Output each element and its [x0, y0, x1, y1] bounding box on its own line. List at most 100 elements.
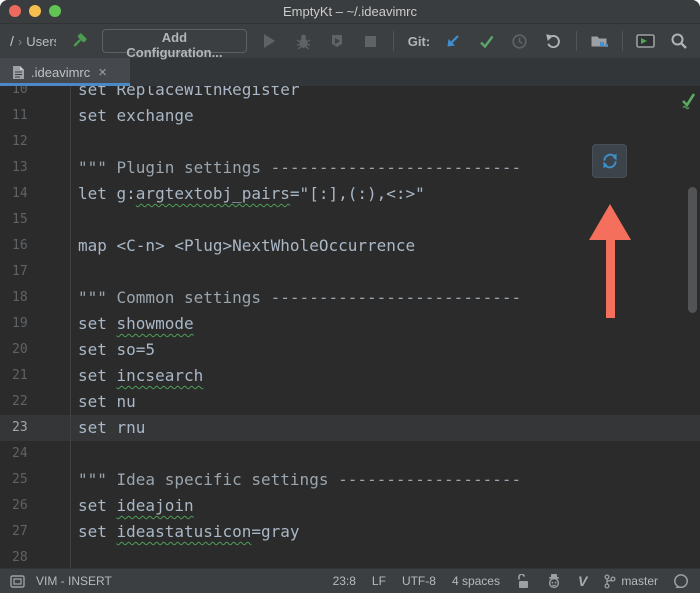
line-number: 11: [0, 103, 70, 129]
git-commit-button[interactable]: [476, 30, 497, 52]
line-number: 14: [0, 181, 70, 207]
arrow-head: [589, 204, 631, 240]
git-history-button[interactable]: [509, 30, 530, 52]
line-code[interactable]: [70, 441, 78, 467]
toolbar-separator: [622, 31, 623, 51]
line-number: 10: [0, 86, 70, 103]
debug-button[interactable]: [293, 30, 314, 52]
line-code[interactable]: let g:argtextobj_pairs="[:],(:),<:>": [70, 181, 425, 207]
inspection-status-indicator[interactable]: [674, 90, 696, 112]
run-with-coverage-button[interactable]: [326, 30, 347, 52]
editor-pane[interactable]: 10set ReplaceWithRegister11set exchange1…: [0, 86, 700, 568]
git-label: Git:: [408, 34, 430, 49]
vim-mode-indicator[interactable]: VIM - INSERT: [36, 574, 112, 588]
ideavim-widget[interactable]: V: [578, 573, 587, 589]
line-code[interactable]: [70, 259, 78, 285]
line-code[interactable]: set exchange: [70, 103, 194, 129]
file-icon: [12, 65, 25, 80]
stop-button[interactable]: [359, 30, 380, 52]
line-number: 20: [0, 337, 70, 363]
editor-tab-bar: .ideavimrc ×: [0, 58, 700, 86]
search-everywhere-button[interactable]: [669, 30, 690, 52]
tab-ideavimrc[interactable]: .ideavimrc ×: [0, 58, 130, 86]
git-update-button[interactable]: [442, 30, 463, 52]
line-code[interactable]: set ideastatusicon=gray: [70, 519, 300, 545]
indent-widget[interactable]: 4 spaces: [452, 574, 500, 588]
editor-line[interactable]: 28: [0, 545, 700, 568]
line-code[interactable]: set nu: [70, 389, 136, 415]
line-code[interactable]: map <C-n> <Plug>NextWholeOccurrence: [70, 233, 415, 259]
build-project-button[interactable]: [68, 30, 89, 52]
line-number: 28: [0, 545, 70, 568]
project-structure-button[interactable]: [589, 30, 610, 52]
bug-icon: [295, 33, 312, 50]
editor-line[interactable]: 27set ideastatusicon=gray: [0, 519, 700, 545]
editor-line[interactable]: 22set nu: [0, 389, 700, 415]
titlebar: EmptyKt – ~/.ideavimrc: [0, 0, 700, 24]
toggle-toolwindows-button[interactable]: [8, 572, 26, 590]
annotation-arrow-up: [588, 204, 632, 318]
line-code[interactable]: set rnu: [70, 415, 145, 441]
stop-icon: [365, 36, 376, 47]
editor-line[interactable]: 23set rnu: [0, 415, 700, 441]
file-writable-widget[interactable]: [516, 574, 530, 589]
line-separator-widget[interactable]: LF: [372, 574, 386, 588]
branch-name: master: [621, 574, 658, 588]
git-branch-icon: [603, 574, 616, 589]
highlighting-level-widget[interactable]: [546, 573, 562, 589]
line-code[interactable]: [70, 129, 78, 155]
line-number: 18: [0, 285, 70, 311]
navigation-bar[interactable]: / › Users: [10, 33, 56, 49]
line-code[interactable]: [70, 207, 78, 233]
line-number: 17: [0, 259, 70, 285]
line-code[interactable]: set incsearch: [70, 363, 203, 389]
breadcrumb-root[interactable]: /: [10, 33, 14, 49]
terminal-icon: [636, 33, 655, 49]
play-icon: [264, 34, 275, 48]
line-code[interactable]: """ Idea specific settings -------------…: [70, 467, 521, 493]
caret-position-widget[interactable]: 23:8: [333, 574, 356, 588]
reload-ideavimrc-button[interactable]: [592, 144, 627, 178]
add-configuration-button[interactable]: Add Configuration...: [102, 29, 248, 53]
line-number: 13: [0, 155, 70, 181]
editor-line[interactable]: 25""" Idea specific settings -----------…: [0, 467, 700, 493]
chevron-right-icon: ›: [18, 34, 22, 49]
editor-line[interactable]: 11set exchange: [0, 103, 700, 129]
search-icon: [670, 32, 688, 50]
line-code[interactable]: """ Plugin settings --------------------…: [70, 155, 521, 181]
main-toolbar: / › Users Add Configuration...: [0, 24, 700, 58]
line-code[interactable]: set ReplaceWithRegister: [70, 86, 300, 103]
editor-line[interactable]: 26set ideajoin: [0, 493, 700, 519]
rollback-button[interactable]: [542, 30, 563, 52]
folder-icon: [590, 33, 609, 50]
editor-line[interactable]: 21set incsearch: [0, 363, 700, 389]
line-code[interactable]: """ Common settings --------------------…: [70, 285, 521, 311]
coverage-icon: [329, 33, 345, 49]
line-code[interactable]: set showmode: [70, 311, 194, 337]
status-bar: VIM - INSERT 23:8 LF UTF-8 4 spaces: [0, 568, 700, 593]
close-icon[interactable]: ×: [98, 65, 107, 80]
arrow-shaft: [606, 240, 615, 318]
run-anything-button[interactable]: [635, 30, 656, 52]
editor-line[interactable]: 10set ReplaceWithRegister: [0, 86, 700, 103]
ide-window: EmptyKt – ~/.ideavimrc / › Users Add Con…: [0, 0, 700, 593]
editor-line[interactable]: 24: [0, 441, 700, 467]
breadcrumb-path[interactable]: Users: [26, 34, 56, 49]
encoding-widget[interactable]: UTF-8: [402, 574, 436, 588]
window-layout-icon: [10, 575, 25, 588]
line-code[interactable]: set ideajoin: [70, 493, 194, 519]
line-number: 21: [0, 363, 70, 389]
line-code[interactable]: [70, 545, 78, 568]
git-branch-widget[interactable]: master: [603, 574, 658, 589]
notifications-widget[interactable]: [674, 573, 690, 589]
run-button[interactable]: [259, 30, 280, 52]
line-number: 19: [0, 311, 70, 337]
editor-line[interactable]: 20set so=5: [0, 337, 700, 363]
clock-icon: [511, 33, 528, 50]
vertical-scrollbar-thumb[interactable]: [688, 187, 697, 313]
line-code[interactable]: set so=5: [70, 337, 155, 363]
line-number: 26: [0, 493, 70, 519]
gutter-separator: [70, 86, 71, 568]
notification-balloon-icon: [674, 573, 690, 589]
ideavim-icon: V: [578, 573, 587, 589]
